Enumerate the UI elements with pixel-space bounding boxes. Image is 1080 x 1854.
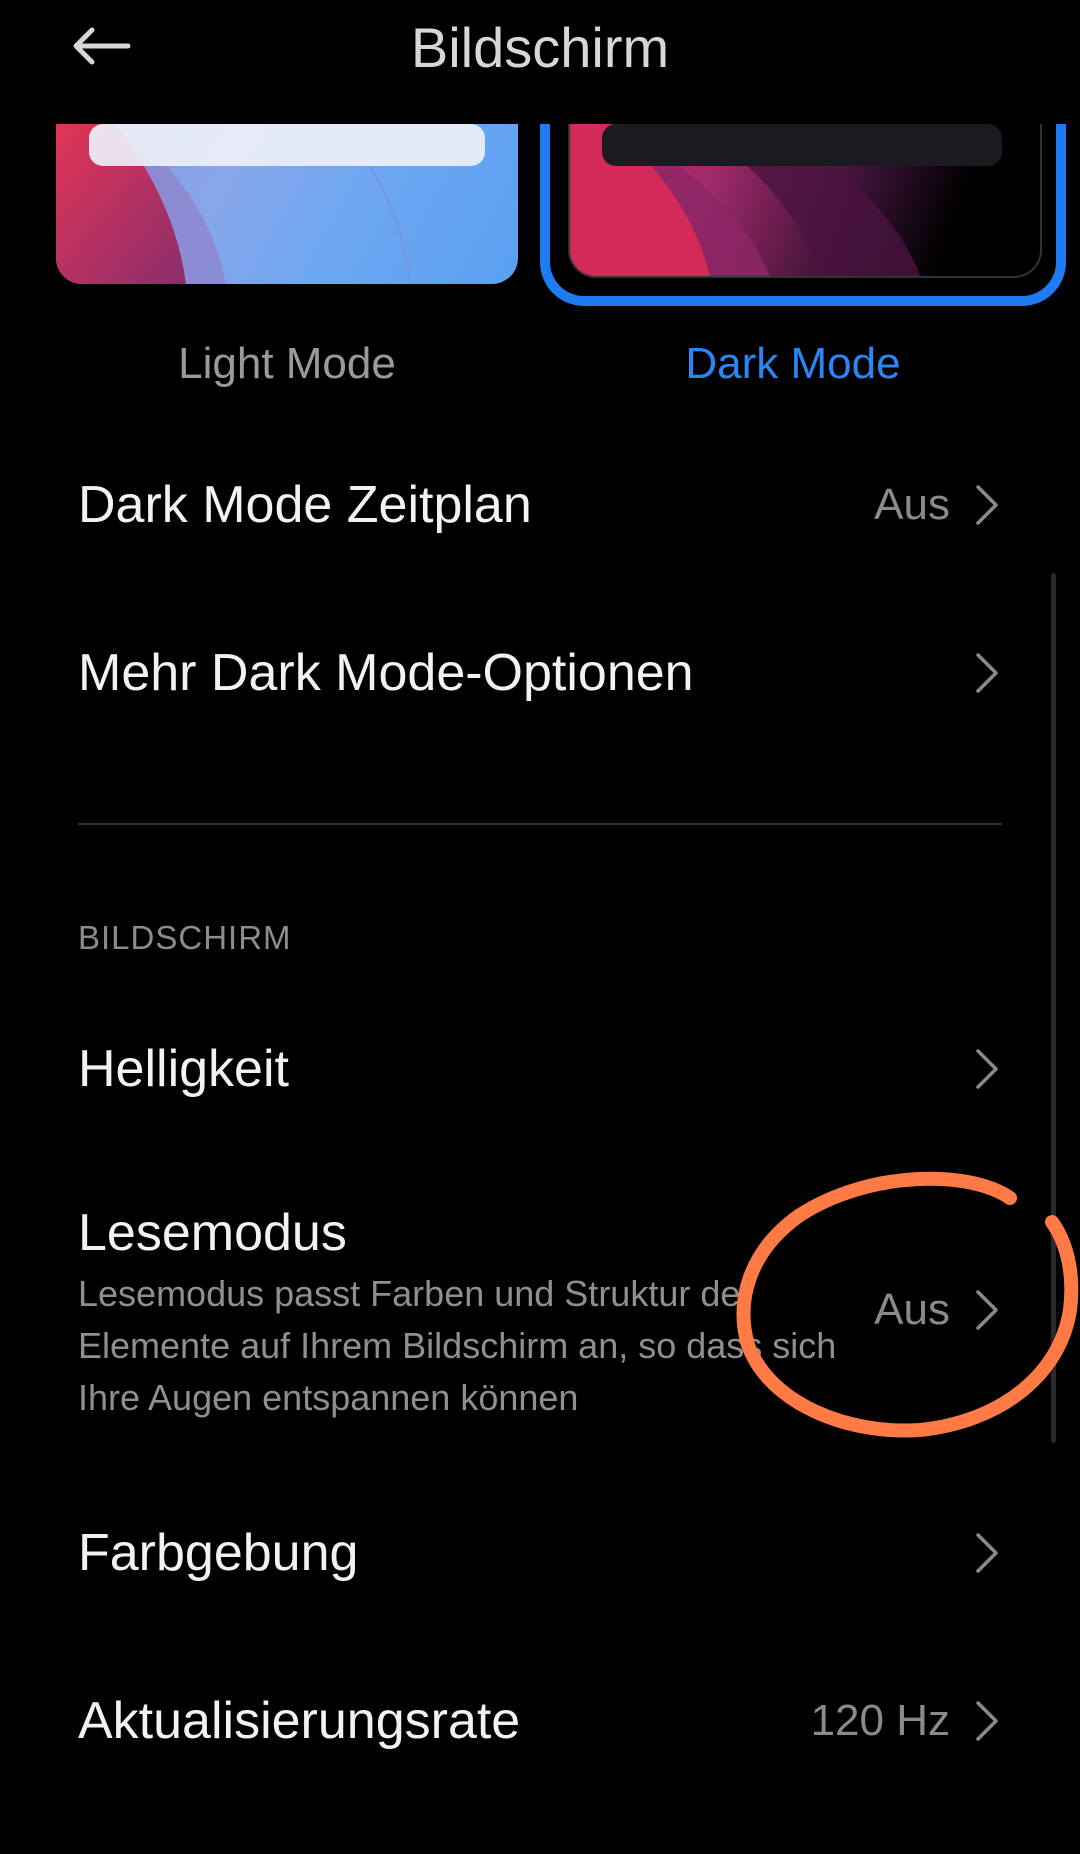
row-title: Helligkeit xyxy=(78,1040,289,1098)
row-value: 120 Hz xyxy=(810,1696,950,1745)
chevron-right-icon xyxy=(976,1049,998,1089)
row-title: Aktualisierungsrate xyxy=(78,1692,521,1750)
dark-wallpaper-art xyxy=(568,124,1042,278)
row-title: Lesemodus xyxy=(78,1204,347,1262)
light-mode-preview[interactable] xyxy=(56,124,518,284)
row-value: Aus xyxy=(874,480,950,529)
reading-mode-row[interactable]: Lesemodus Lesemodus passt Farben und Str… xyxy=(78,1198,1002,1422)
row-title: Mehr Dark Mode-Optionen xyxy=(78,644,694,702)
chevron-right-icon xyxy=(976,485,998,525)
dark-mode-preview[interactable] xyxy=(540,124,1066,306)
row-title: Dark Mode Zeitplan xyxy=(78,476,532,534)
chevron-right-icon xyxy=(976,1701,998,1741)
app-header: Bildschirm xyxy=(0,0,1080,100)
chevron-right-icon xyxy=(976,1290,998,1330)
light-mode-label[interactable]: Light Mode xyxy=(56,334,518,394)
page-title: Bildschirm xyxy=(410,16,670,79)
row-subtitle: Lesemodus passt Farben und Struktur der … xyxy=(78,1273,837,1418)
dark-mode-label[interactable]: Dark Mode xyxy=(562,334,1024,394)
color-scheme-row[interactable]: Farbgebung xyxy=(78,1518,1002,1588)
brightness-row[interactable]: Helligkeit xyxy=(78,1034,1002,1104)
chevron-right-icon xyxy=(976,1533,998,1573)
more-dark-mode-options-row[interactable]: Mehr Dark Mode-Optionen xyxy=(78,638,1002,708)
refresh-rate-row[interactable]: Aktualisierungsrate 120 Hz xyxy=(78,1686,1002,1756)
chevron-right-icon xyxy=(976,653,998,693)
dark-mode-schedule-row[interactable]: Dark Mode Zeitplan Aus xyxy=(78,470,1002,540)
row-title: Farbgebung xyxy=(78,1524,359,1582)
section-header-display: BILDSCHIRM xyxy=(78,919,292,956)
section-divider xyxy=(78,823,1002,825)
scrollbar[interactable] xyxy=(1051,573,1056,1443)
row-value: Aus xyxy=(874,1285,950,1334)
light-wallpaper-art xyxy=(56,124,485,284)
